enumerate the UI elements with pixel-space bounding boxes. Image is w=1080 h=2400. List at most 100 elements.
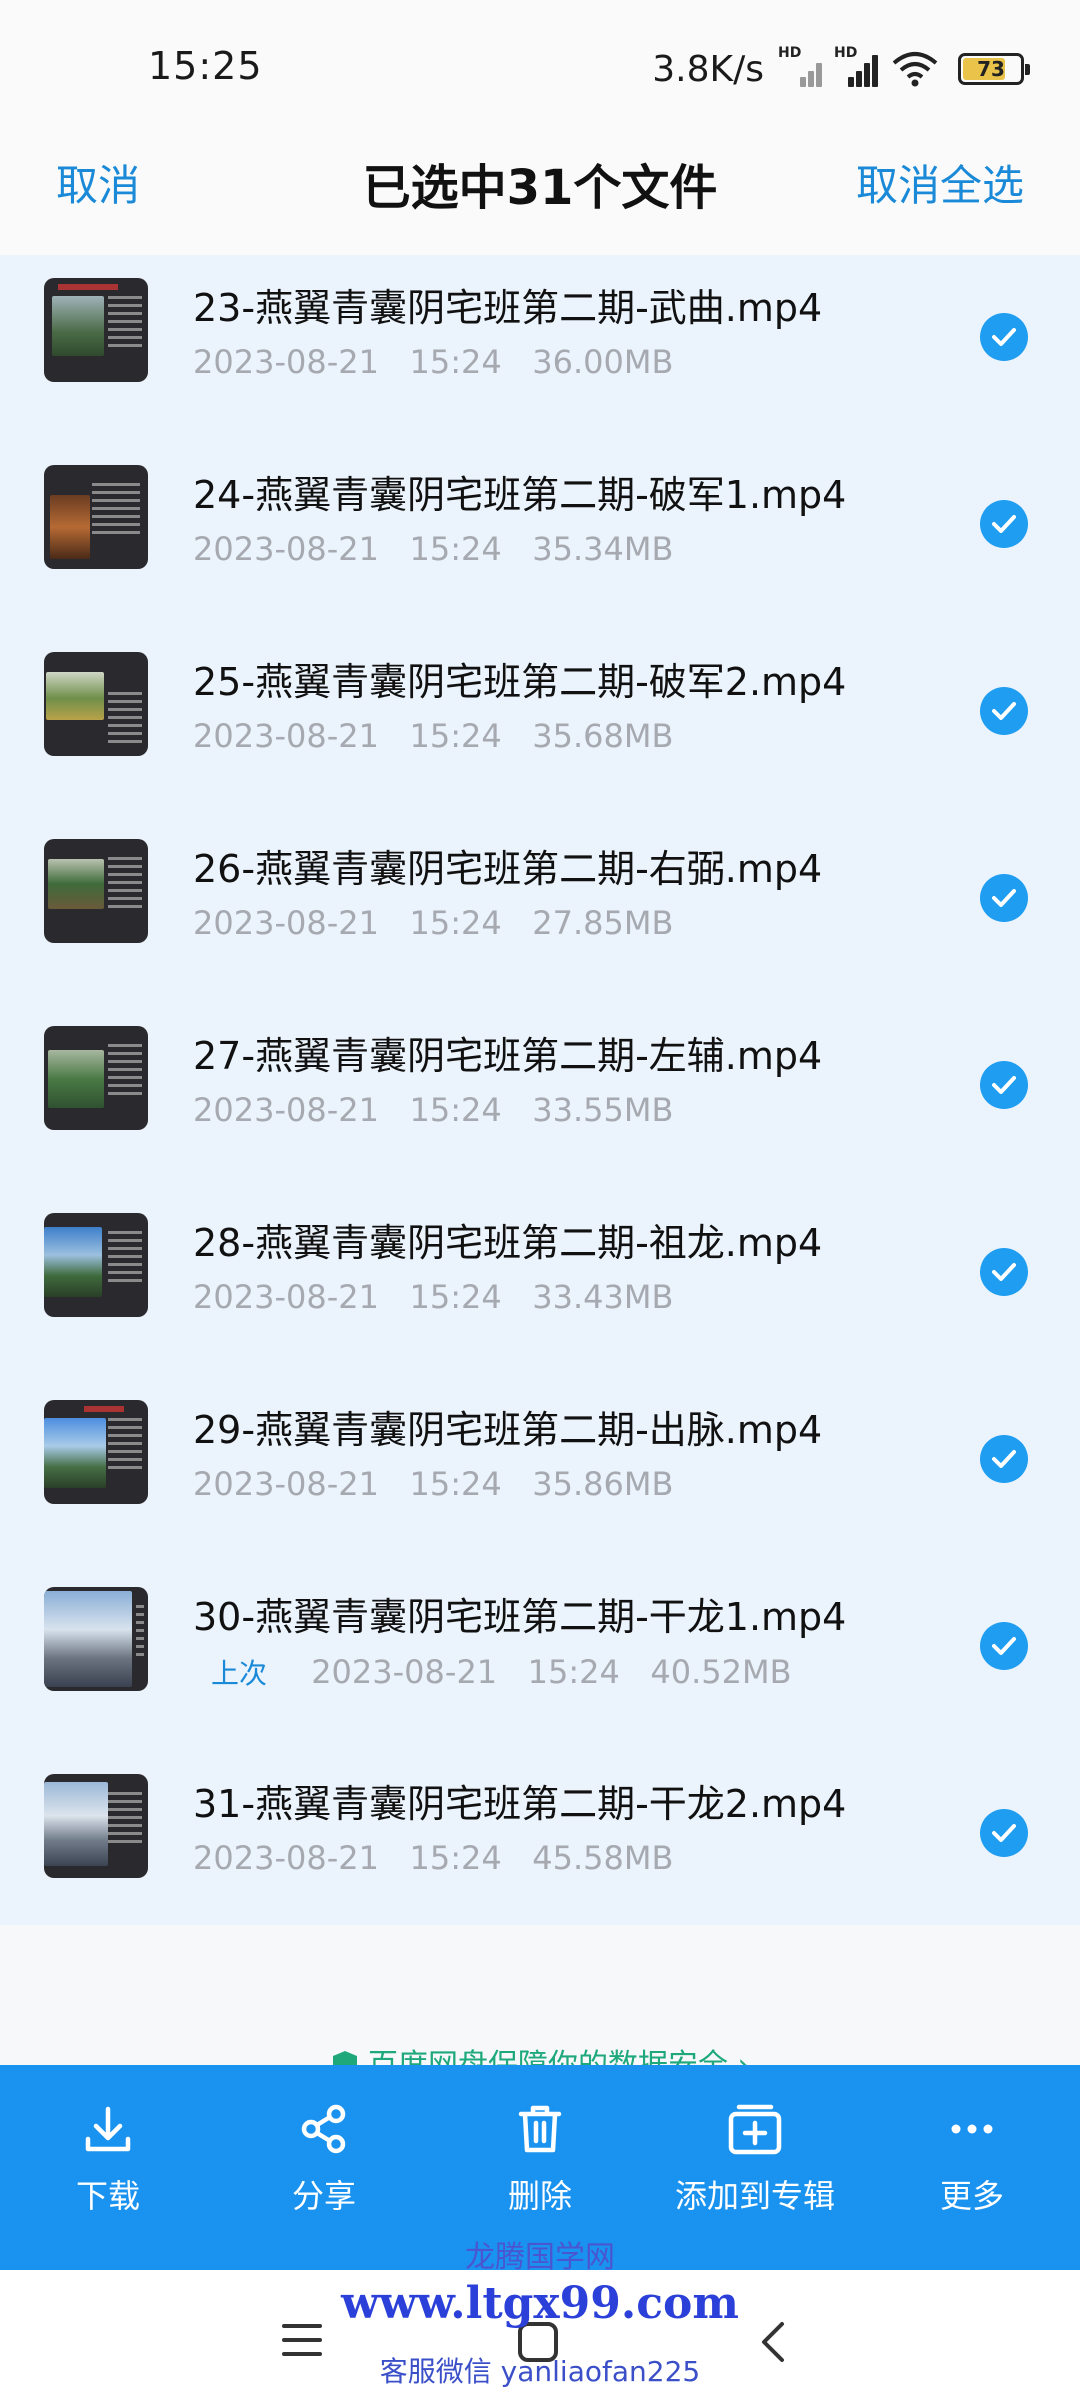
trash-icon bbox=[518, 2105, 562, 2153]
file-name: 23-燕翼青囊阴宅班第二期-武曲.mp4 bbox=[193, 286, 823, 330]
file-date: 2023-08-21 bbox=[193, 343, 379, 381]
selected-check-icon[interactable] bbox=[980, 1435, 1028, 1483]
file-meta: 2023-08-21 15:24 33.43MB bbox=[193, 1278, 673, 1316]
video-thumbnail bbox=[44, 1213, 148, 1317]
sim2-hd-label: HD bbox=[834, 45, 858, 61]
video-thumbnail bbox=[44, 278, 148, 382]
signal-hd-icon: HD bbox=[778, 45, 826, 89]
video-thumbnail bbox=[44, 1587, 148, 1691]
status-bar: 15:25 3.8K/s HD HD 73 bbox=[0, 0, 1080, 130]
signal-hd-icon: HD bbox=[834, 45, 882, 89]
watermark-site-name: 龙腾国学网 bbox=[465, 2240, 615, 2275]
file-time: 15:24 bbox=[409, 717, 502, 755]
watermark-contact: 客服微信 yanliaofan225 bbox=[379, 2355, 701, 2388]
file-date: 2023-08-21 bbox=[193, 1839, 379, 1877]
battery-icon: 73 bbox=[958, 53, 1030, 85]
video-thumbnail bbox=[44, 839, 148, 943]
selected-check-icon[interactable] bbox=[980, 1061, 1028, 1109]
file-meta: 上次 2023-08-21 15:24 40.52MB bbox=[193, 1652, 792, 1692]
file-meta: 2023-08-21 15:24 27.85MB bbox=[193, 904, 673, 942]
more-icon bbox=[951, 2124, 993, 2134]
download-icon bbox=[85, 2106, 131, 2152]
file-row[interactable]: 28-燕翼青囊阴宅班第二期-祖龙.mp4 2023-08-21 15:24 33… bbox=[0, 1190, 1080, 1377]
selected-check-icon[interactable] bbox=[980, 1248, 1028, 1296]
file-size: 36.00MB bbox=[532, 343, 674, 381]
share-label: 分享 bbox=[291, 2177, 356, 2215]
file-meta: 2023-08-21 15:24 33.55MB bbox=[193, 1091, 673, 1129]
file-meta: 2023-08-21 15:24 36.00MB bbox=[193, 343, 673, 381]
video-thumbnail bbox=[44, 465, 148, 569]
file-name: 26-燕翼青囊阴宅班第二期-右弼.mp4 bbox=[193, 847, 823, 891]
file-row[interactable]: 25-燕翼青囊阴宅班第二期-破军2.mp4 2023-08-21 15:24 3… bbox=[0, 629, 1080, 816]
delete-label: 删除 bbox=[507, 2177, 572, 2215]
file-name: 29-燕翼青囊阴宅班第二期-出脉.mp4 bbox=[193, 1408, 823, 1452]
file-name: 28-燕翼青囊阴宅班第二期-祖龙.mp4 bbox=[193, 1221, 823, 1265]
file-row[interactable]: 29-燕翼青囊阴宅班第二期-出脉.mp4 2023-08-21 15:24 35… bbox=[0, 1377, 1080, 1564]
video-thumbnail bbox=[44, 1026, 148, 1130]
file-time: 15:24 bbox=[409, 1839, 502, 1877]
file-time: 15:24 bbox=[409, 1278, 502, 1316]
file-date: 2023-08-21 bbox=[193, 904, 379, 942]
status-time: 15:25 bbox=[148, 44, 263, 88]
file-name: 25-燕翼青囊阴宅班第二期-破军2.mp4 bbox=[193, 660, 847, 704]
file-row[interactable]: 26-燕翼青囊阴宅班第二期-右弼.mp4 2023-08-21 15:24 27… bbox=[0, 816, 1080, 1003]
file-row[interactable]: 30-燕翼青囊阴宅班第二期-干龙1.mp4 上次 2023-08-21 15:2… bbox=[0, 1564, 1080, 1751]
more-label: 更多 bbox=[939, 2177, 1004, 2215]
selected-check-icon[interactable] bbox=[980, 500, 1028, 548]
file-meta: 2023-08-21 15:24 45.58MB bbox=[193, 1839, 673, 1877]
file-size: 35.34MB bbox=[532, 530, 674, 568]
file-name: 31-燕翼青囊阴宅班第二期-干龙2.mp4 bbox=[193, 1782, 847, 1826]
file-list: 23-燕翼青囊阴宅班第二期-武曲.mp4 2023-08-21 15:24 36… bbox=[0, 255, 1080, 1925]
share-icon bbox=[301, 2104, 346, 2154]
file-date: 2023-08-21 bbox=[193, 717, 379, 755]
selected-check-icon[interactable] bbox=[980, 313, 1028, 361]
file-name: 24-燕翼青囊阴宅班第二期-破军1.mp4 bbox=[193, 473, 847, 517]
file-size: 33.55MB bbox=[532, 1091, 674, 1129]
file-size: 27.85MB bbox=[532, 904, 674, 942]
video-thumbnail bbox=[44, 1774, 148, 1878]
file-date: 2023-08-21 bbox=[193, 1091, 379, 1129]
selected-check-icon[interactable] bbox=[980, 687, 1028, 735]
last-viewed-badge: 上次 bbox=[211, 1657, 268, 1690]
file-name: 27-燕翼青囊阴宅班第二期-左辅.mp4 bbox=[193, 1034, 823, 1078]
network-speed: 3.8K/s bbox=[652, 48, 764, 90]
deselect-all-button[interactable]: 取消全选 bbox=[856, 152, 1024, 213]
watermark-url: www.ltgx99.com bbox=[341, 2278, 739, 2329]
file-meta: 2023-08-21 15:24 35.34MB bbox=[193, 530, 673, 568]
file-time: 15:24 bbox=[409, 1465, 502, 1503]
file-time: 15:24 bbox=[409, 530, 502, 568]
file-size: 40.52MB bbox=[650, 1653, 792, 1691]
file-date: 2023-08-21 bbox=[311, 1653, 498, 1691]
file-date: 2023-08-21 bbox=[193, 530, 379, 568]
file-date: 2023-08-21 bbox=[193, 1278, 379, 1316]
file-meta: 2023-08-21 15:24 35.86MB bbox=[193, 1465, 673, 1503]
file-row[interactable]: 23-燕翼青囊阴宅班第二期-武曲.mp4 2023-08-21 15:24 36… bbox=[0, 255, 1080, 442]
file-time: 15:24 bbox=[527, 1653, 620, 1691]
wifi-icon bbox=[892, 52, 938, 87]
file-time: 15:24 bbox=[409, 343, 502, 381]
video-thumbnail bbox=[44, 1400, 148, 1504]
download-label: 下载 bbox=[75, 2177, 140, 2215]
file-size: 45.58MB bbox=[532, 1839, 674, 1877]
file-row[interactable]: 27-燕翼青囊阴宅班第二期-左辅.mp4 2023-08-21 15:24 33… bbox=[0, 1003, 1080, 1190]
file-meta: 2023-08-21 15:24 35.68MB bbox=[193, 717, 673, 755]
status-indicators: 3.8K/s HD HD 73 bbox=[652, 44, 1030, 94]
file-time: 15:24 bbox=[409, 904, 502, 942]
add-to-album-label: 添加到专辑 bbox=[674, 2177, 835, 2215]
file-date: 2023-08-21 bbox=[193, 1465, 379, 1503]
file-size: 33.43MB bbox=[532, 1278, 674, 1316]
selected-check-icon[interactable] bbox=[980, 1622, 1028, 1670]
file-size: 35.86MB bbox=[532, 1465, 674, 1503]
sim1-hd-label: HD bbox=[778, 45, 802, 61]
selected-check-icon[interactable] bbox=[980, 874, 1028, 922]
selected-check-icon[interactable] bbox=[980, 1809, 1028, 1857]
file-time: 15:24 bbox=[409, 1091, 502, 1129]
selection-header: 取消 已选中31个文件 取消全选 bbox=[0, 130, 1080, 255]
add-to-album-icon bbox=[728, 2104, 782, 2155]
file-name: 30-燕翼青囊阴宅班第二期-干龙1.mp4 bbox=[193, 1595, 847, 1639]
video-thumbnail bbox=[44, 652, 148, 756]
file-row[interactable]: 31-燕翼青囊阴宅班第二期-干龙2.mp4 2023-08-21 15:24 4… bbox=[0, 1751, 1080, 1938]
file-size: 35.68MB bbox=[532, 717, 674, 755]
battery-percent: 73 bbox=[977, 57, 1005, 81]
file-row[interactable]: 24-燕翼青囊阴宅班第二期-破军1.mp4 2023-08-21 15:24 3… bbox=[0, 442, 1080, 629]
